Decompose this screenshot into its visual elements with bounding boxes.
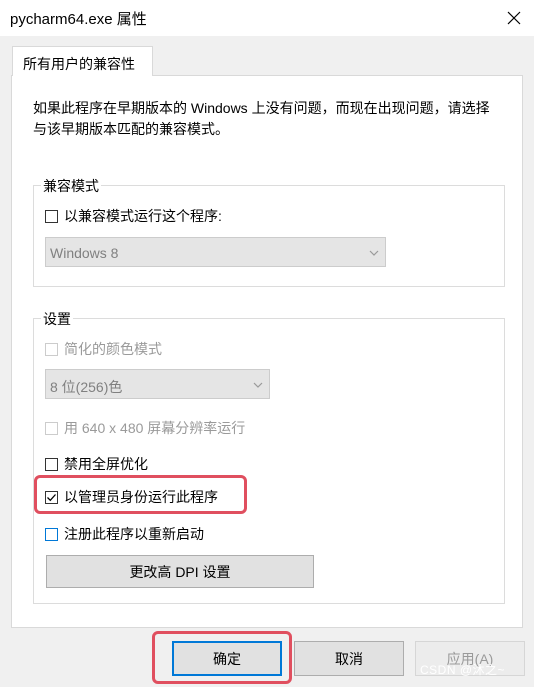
- cancel-button[interactable]: 取消: [294, 641, 404, 676]
- color-mode-select[interactable]: 8 位(256)色: [45, 369, 270, 399]
- checkbox-box[interactable]: [45, 457, 58, 471]
- compat-mode-group: 兼容模式: [33, 176, 505, 287]
- settings-legend: 设置: [41, 309, 73, 329]
- tab-compatibility[interactable]: 所有用户的兼容性: [12, 46, 153, 76]
- disable-fullscreen-checkbox[interactable]: 禁用全屏优化: [45, 454, 148, 474]
- reduced-color-label: 简化的颜色模式: [64, 341, 162, 357]
- chevron-down-icon: [253, 382, 263, 388]
- checkbox-box[interactable]: [45, 527, 58, 541]
- disable-fullscreen-label: 禁用全屏优化: [64, 456, 148, 472]
- compat-mode-legend: 兼容模式: [41, 176, 101, 196]
- checkbox-box[interactable]: [45, 342, 58, 356]
- res-640-label: 用 640 x 480 屏幕分辨率运行: [64, 420, 246, 436]
- color-mode-value: 8 位(256)色: [50, 379, 123, 395]
- title-bar: pycharm64.exe 属性: [0, 0, 534, 36]
- admin-highlight-box: [34, 475, 247, 514]
- watermark: CSDN @沐之~: [420, 663, 506, 677]
- compat-mode-checkbox[interactable]: 以兼容模式运行这个程序:: [45, 206, 222, 226]
- properties-dialog: pycharm64.exe 属性 所有用户的兼容性 如果此程序在早期版本的 Wi…: [0, 0, 534, 687]
- checkbox-box[interactable]: [45, 421, 58, 435]
- register-restart-checkbox[interactable]: 注册此程序以重新启动: [45, 524, 204, 544]
- change-dpi-button[interactable]: 更改高 DPI 设置: [46, 555, 314, 588]
- cancel-label: 取消: [335, 650, 363, 667]
- reduced-color-checkbox[interactable]: 简化的颜色模式: [45, 339, 162, 359]
- close-button[interactable]: [498, 2, 530, 34]
- os-version-select[interactable]: Windows 8: [45, 237, 386, 267]
- window-title: pycharm64.exe 属性: [10, 11, 147, 28]
- register-restart-label: 注册此程序以重新启动: [64, 526, 204, 542]
- checkbox-box[interactable]: [45, 209, 58, 223]
- compat-mode-label: 以兼容模式运行这个程序:: [64, 208, 222, 224]
- ok-highlight-box: [152, 631, 292, 684]
- close-icon: [507, 11, 521, 25]
- compat-description: 如果此程序在早期版本的 Windows 上没有问题，而现在出现问题，请选择与该早…: [33, 100, 490, 137]
- res-640-checkbox[interactable]: 用 640 x 480 屏幕分辨率运行: [45, 418, 245, 438]
- os-version-value: Windows 8: [50, 245, 119, 261]
- chevron-down-icon: [369, 250, 379, 256]
- tab-label: 所有用户的兼容性: [23, 56, 135, 72]
- change-dpi-label: 更改高 DPI 设置: [129, 563, 231, 580]
